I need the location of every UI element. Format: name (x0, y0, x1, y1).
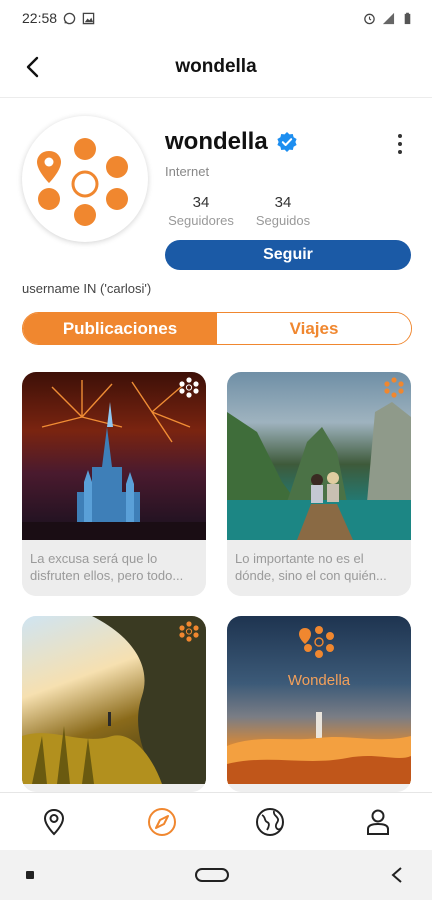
page-title: wondella (175, 55, 257, 77)
recents-button[interactable] (26, 871, 34, 879)
location-icon (43, 808, 65, 835)
signal-icon (382, 12, 395, 24)
status-right (363, 12, 414, 25)
post-card[interactable]: La excusa será que lo disfruten ellos, p… (22, 372, 206, 596)
following-label: Seguidos (255, 213, 311, 228)
wondella-logo-icon (37, 138, 128, 226)
back-arrow-icon (26, 56, 39, 78)
profile-bio: username IN ('carlosi') (22, 281, 152, 296)
whatsapp-icon (63, 12, 76, 24)
tab-viajes[interactable]: Viajes (217, 313, 411, 344)
nav-map[interactable] (34, 802, 74, 842)
wondella-wordmark: Wondella (287, 672, 351, 689)
system-navigation-bar (0, 850, 432, 900)
gallery-icon (82, 12, 95, 24)
profile-icon (367, 809, 389, 835)
following-count: 34 (274, 194, 292, 211)
more-options-button[interactable] (390, 130, 410, 158)
post-image (22, 616, 206, 784)
following-stat[interactable]: 34 Seguidos (252, 194, 314, 228)
back-button[interactable] (20, 54, 46, 80)
nav-profile[interactable] (358, 802, 398, 842)
post-caption: La excusa será que lo disfruten ellos, p… (22, 540, 206, 596)
battery-icon (404, 12, 411, 24)
post-card[interactable]: Wondella (227, 616, 411, 792)
compass-icon (148, 807, 176, 836)
wondella-badge-icon (179, 621, 199, 642)
top-app-bar: wondella (0, 36, 432, 98)
post-image (227, 372, 411, 540)
post-image (22, 372, 206, 540)
home-button[interactable] (195, 868, 229, 882)
wondella-badge-icon (384, 377, 404, 398)
status-bar: 22:58 (0, 0, 432, 36)
post-image: Wondella (227, 616, 411, 784)
wondella-badge-icon (179, 377, 199, 398)
profile-category: Internet (165, 164, 210, 179)
tab-publicaciones[interactable]: Publicaciones (23, 313, 217, 344)
post-card[interactable] (22, 616, 206, 792)
followers-label: Seguidores (168, 213, 234, 228)
profile-name: wondella (165, 128, 268, 155)
post-caption: Lo importante no es el dónde, sino el co… (227, 540, 411, 596)
bottom-navigation (0, 792, 432, 850)
follow-button[interactable]: Seguir (165, 240, 411, 270)
verified-badge-icon (277, 132, 297, 152)
content-tabs: Publicaciones Viajes (22, 312, 412, 345)
status-time: 22:58 (22, 10, 58, 26)
profile-name-row: wondella (165, 128, 298, 156)
followers-count: 34 (192, 194, 210, 211)
globe-icon (256, 807, 284, 836)
post-card[interactable]: Lo importante no es el dónde, sino el co… (227, 372, 411, 596)
followers-stat[interactable]: 34 Seguidores (165, 194, 237, 228)
rocket-launch-image (227, 626, 411, 784)
nav-world[interactable] (250, 802, 290, 842)
alarm-icon (364, 13, 375, 24)
status-left: 22:58 (22, 10, 95, 26)
nav-explore[interactable] (142, 802, 182, 842)
profile-avatar[interactable] (22, 116, 148, 242)
system-back-icon[interactable] (390, 866, 404, 884)
